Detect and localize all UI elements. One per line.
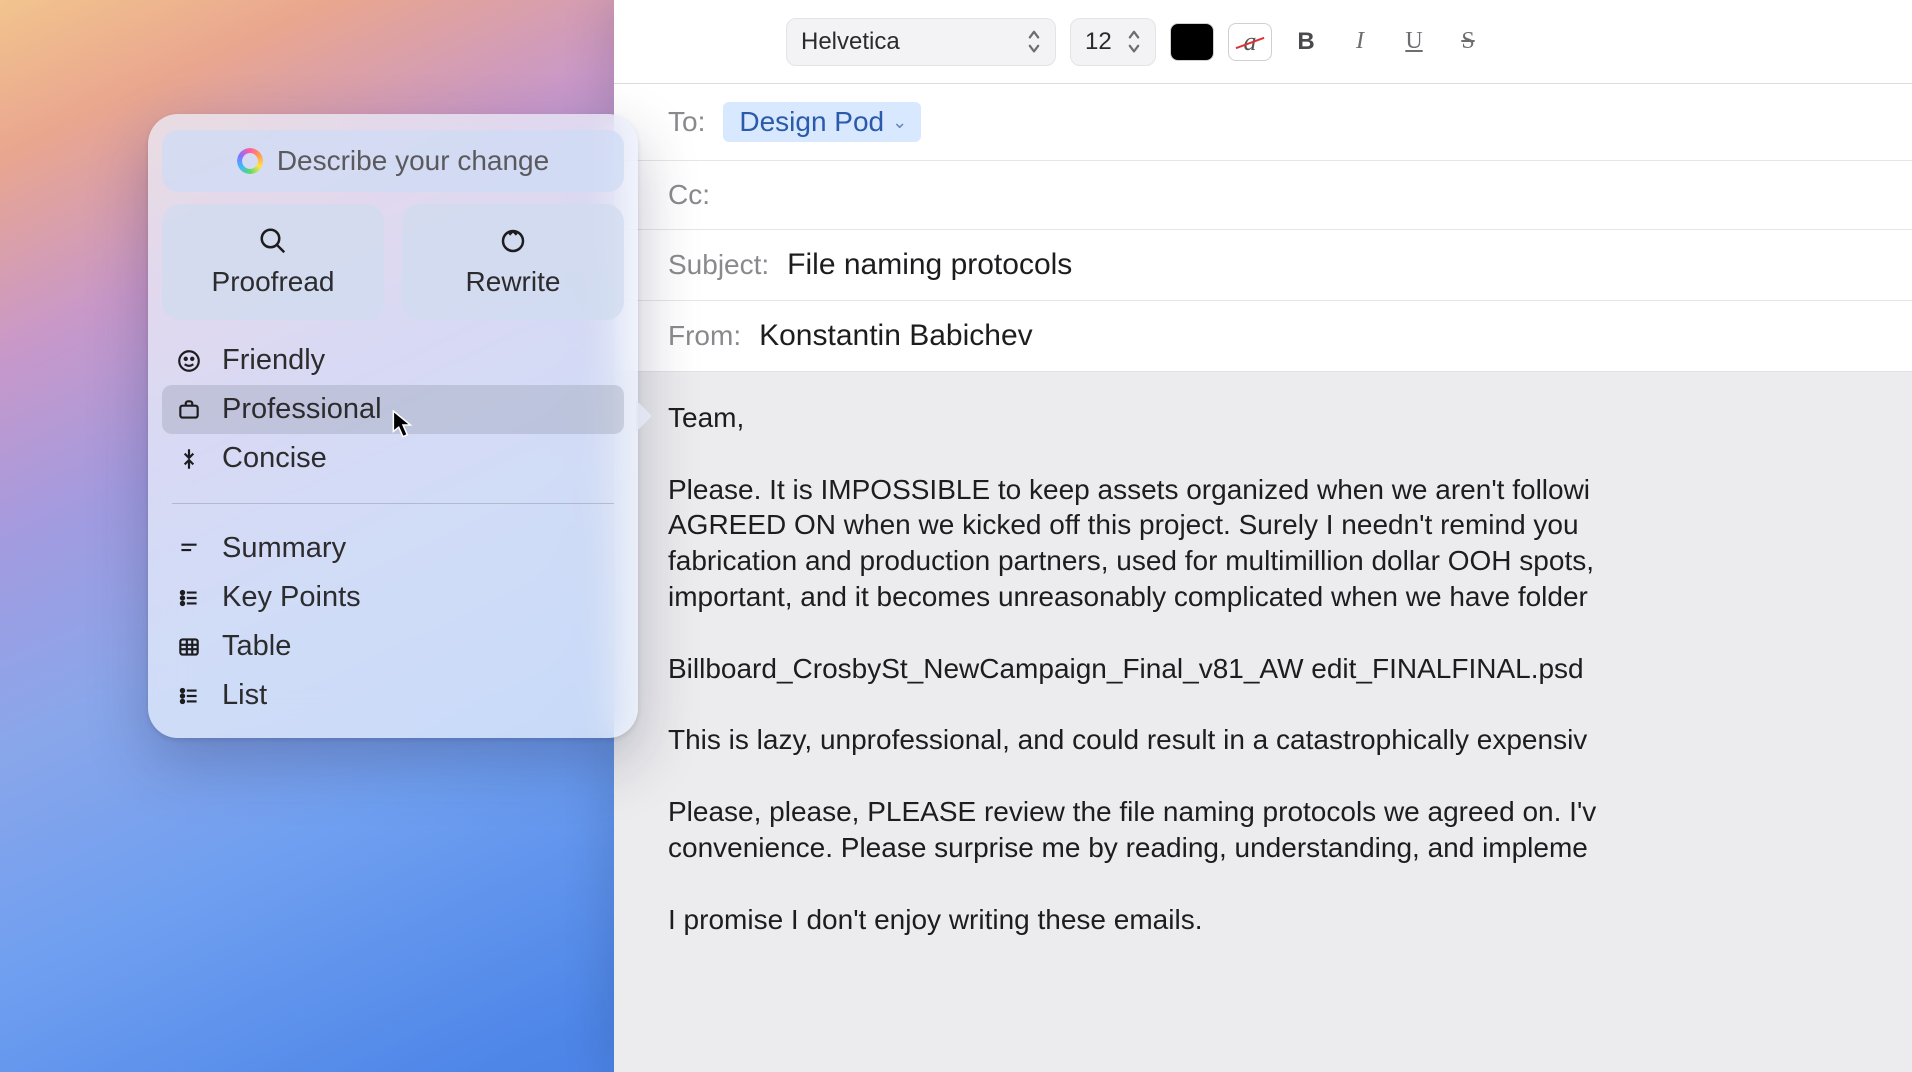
list-icon: [176, 683, 202, 709]
keypoints-icon: [176, 585, 202, 611]
tone-friendly-label: Friendly: [222, 344, 325, 377]
transform-list[interactable]: List: [162, 671, 624, 720]
strike-button[interactable]: S: [1448, 23, 1488, 61]
describe-change-input[interactable]: Describe your change: [162, 130, 624, 192]
chevron-up-down-icon: [1027, 29, 1041, 54]
chevron-down-icon: ⌄: [892, 112, 907, 133]
font-family-value: Helvetica: [801, 28, 900, 56]
magnifier-icon: [258, 226, 288, 256]
summary-icon: [176, 536, 202, 562]
mail-compose-window: Helvetica 12 a B I U S To: Design Pod ⌄ …: [614, 0, 1912, 1072]
header-to-row[interactable]: To: Design Pod ⌄: [614, 84, 1912, 161]
smile-icon: [176, 348, 202, 374]
italic-button[interactable]: I: [1340, 23, 1380, 61]
rewrite-icon: [498, 226, 528, 256]
tone-concise-label: Concise: [222, 442, 327, 475]
transform-summary[interactable]: Summary: [162, 524, 624, 573]
highlight-none-glyph: a: [1244, 27, 1257, 57]
transform-options: Summary Key Points Table List: [162, 520, 624, 724]
tone-professional-label: Professional: [222, 393, 382, 426]
separator: [172, 503, 614, 504]
briefcase-icon: [176, 397, 202, 423]
highlight-none-button[interactable]: a: [1228, 23, 1272, 61]
header-cc-row[interactable]: Cc:: [614, 161, 1912, 230]
mail-body-textarea[interactable]: Team, Please. It is IMPOSSIBLE to keep a…: [614, 371, 1912, 1072]
bold-button[interactable]: B: [1286, 23, 1326, 61]
cc-label: Cc:: [668, 179, 710, 211]
font-family-select[interactable]: Helvetica: [786, 18, 1056, 66]
recipient-chip[interactable]: Design Pod ⌄: [723, 102, 921, 142]
tone-friendly[interactable]: Friendly: [162, 336, 624, 385]
table-icon: [176, 634, 202, 660]
to-label: To:: [668, 106, 705, 138]
rewrite-label: Rewrite: [466, 266, 561, 298]
recipient-chip-label: Design Pod: [739, 106, 884, 138]
text-color-swatch[interactable]: [1170, 23, 1214, 61]
subject-label: Subject:: [668, 249, 769, 281]
font-size-value: 12: [1085, 28, 1112, 56]
describe-change-placeholder: Describe your change: [277, 145, 549, 177]
underline-button[interactable]: U: [1394, 23, 1434, 61]
compress-icon: [176, 446, 202, 472]
from-label: From:: [668, 320, 741, 352]
font-size-select[interactable]: 12: [1070, 18, 1156, 66]
proofread-button[interactable]: Proofread: [162, 204, 384, 320]
header-subject-row[interactable]: Subject: File naming protocols: [614, 230, 1912, 301]
transform-keypoints[interactable]: Key Points: [162, 573, 624, 622]
rewrite-button[interactable]: Rewrite: [402, 204, 624, 320]
chevron-up-down-icon: [1127, 29, 1141, 54]
tone-concise[interactable]: Concise: [162, 434, 624, 483]
transform-keypoints-label: Key Points: [222, 581, 361, 614]
header-from-row[interactable]: From: Konstantin Babichev: [614, 301, 1912, 371]
transform-list-label: List: [222, 679, 267, 712]
from-value: Konstantin Babichev: [759, 319, 1033, 353]
proofread-label: Proofread: [212, 266, 335, 298]
transform-table[interactable]: Table: [162, 622, 624, 671]
transform-summary-label: Summary: [222, 532, 346, 565]
format-toolbar: Helvetica 12 a B I U S: [614, 0, 1912, 84]
mouse-cursor: [392, 410, 414, 440]
transform-table-label: Table: [222, 630, 291, 663]
apple-intelligence-icon: [237, 148, 263, 174]
subject-value: File naming protocols: [787, 248, 1072, 282]
